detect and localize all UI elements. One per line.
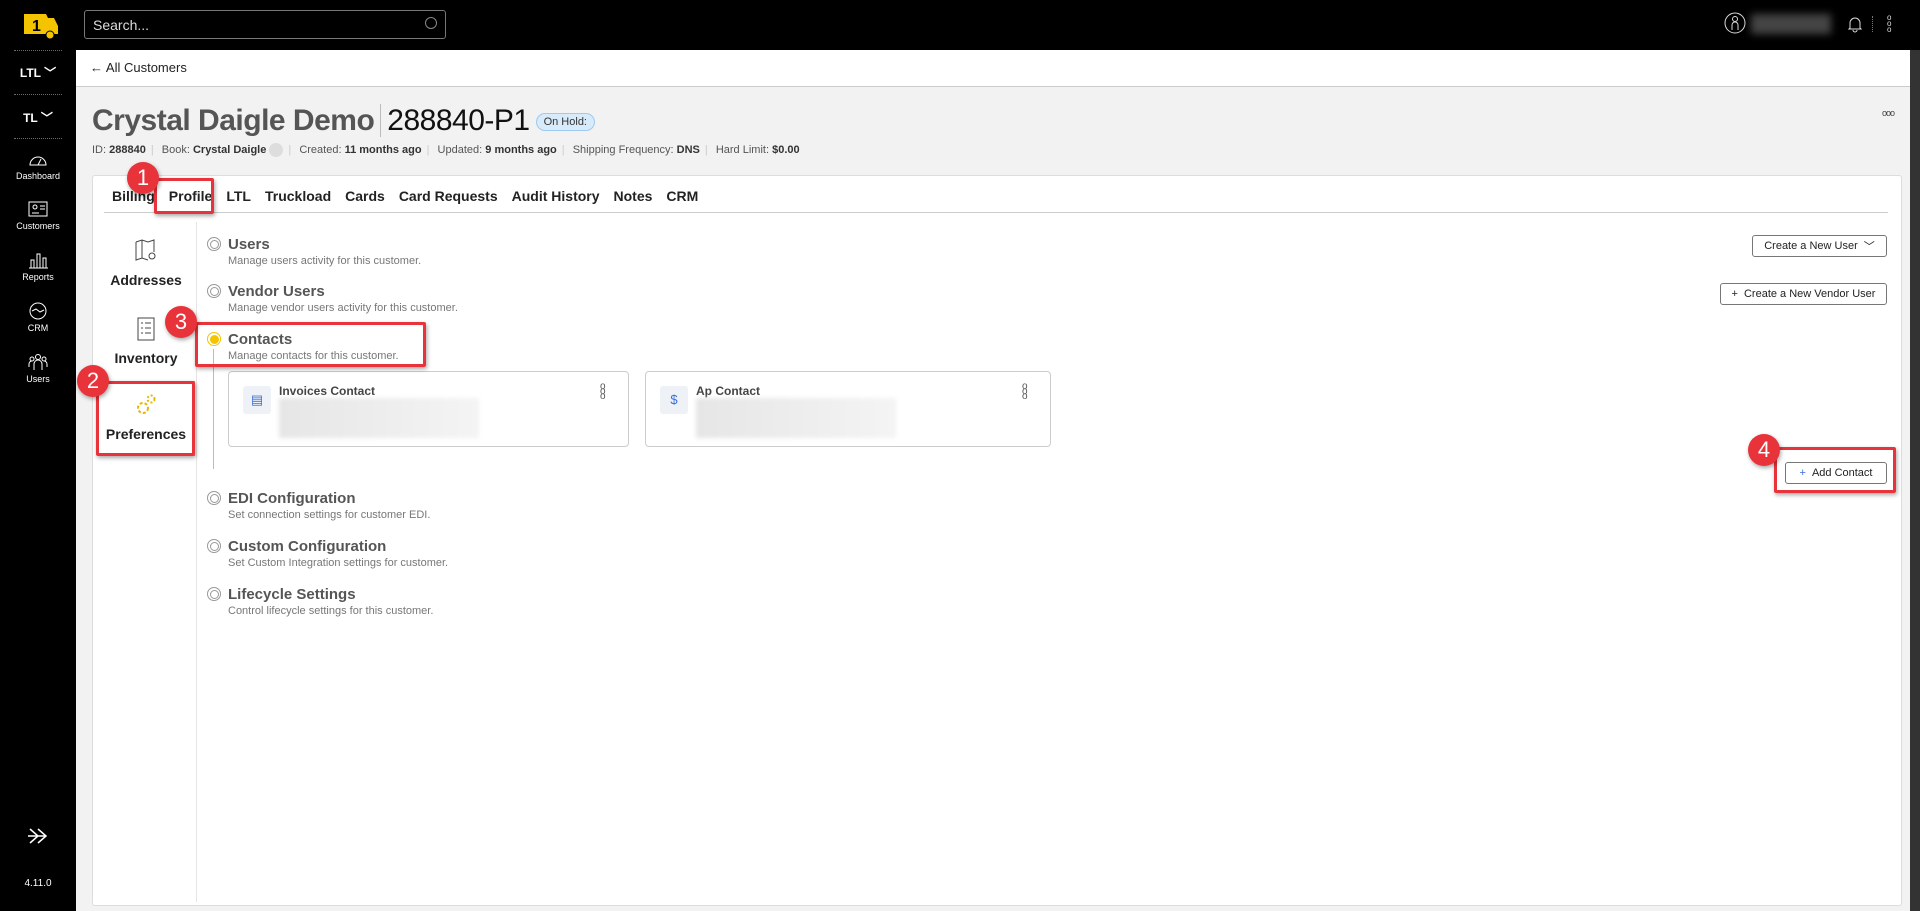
- users-icon: [28, 354, 48, 370]
- annotation-marker: 2: [77, 365, 109, 397]
- active-section-line: [213, 349, 214, 469]
- chevron-down-icon: ﹀: [1863, 241, 1875, 253]
- tab-cards[interactable]: Cards: [345, 188, 385, 204]
- divider: [14, 138, 62, 139]
- map-pin-icon: [135, 239, 156, 261]
- logo-icon[interactable]: 1: [20, 10, 60, 40]
- tab-crm[interactable]: CRM: [666, 188, 698, 204]
- annotation-marker: 3: [165, 306, 197, 338]
- radio-icon: [207, 491, 221, 505]
- list-icon: [137, 317, 155, 341]
- page-title: Crystal Daigle Demo 288840-P1 On Hold:: [92, 104, 595, 138]
- tab-card-requests[interactable]: Card Requests: [399, 188, 498, 204]
- section-edi-configuration[interactable]: EDI Configuration Set connection settings…: [207, 490, 430, 521]
- tl-dropdown[interactable]: TL ﹀: [0, 109, 76, 126]
- svg-text:1: 1: [32, 18, 41, 35]
- divider: [104, 212, 1888, 213]
- tab-notes[interactable]: Notes: [614, 188, 653, 204]
- sidebar-item-reports[interactable]: Reports: [0, 251, 76, 282]
- search-icon: [425, 17, 437, 29]
- divider: [14, 50, 62, 51]
- tab-audit-history[interactable]: Audit History: [512, 188, 600, 204]
- divider: [1872, 16, 1873, 32]
- search-placeholder: Search...: [93, 17, 150, 33]
- sidebar-item-users[interactable]: Users: [0, 353, 76, 384]
- contact-details-blurred: [279, 398, 479, 438]
- sidebar: [0, 0, 76, 911]
- radio-icon: [207, 284, 221, 298]
- back-link[interactable]: All Customers: [106, 60, 187, 75]
- annotation-marker: 4: [1748, 434, 1780, 466]
- hierarchy-icon[interactable]: [269, 143, 284, 157]
- tab-ltl[interactable]: LTL: [226, 188, 251, 204]
- customer-meta: ID: 288840 | Book: Crystal Daigle | Creat…: [92, 143, 800, 157]
- customer-number: 288840-P1: [380, 104, 530, 137]
- ltl-dropdown[interactable]: LTL ﹀: [0, 64, 76, 81]
- create-vendor-user-button[interactable]: + Create a New Vendor User: [1720, 283, 1887, 305]
- dollar-icon: $: [660, 386, 688, 414]
- user-circle-icon[interactable]: [1724, 12, 1746, 34]
- bar-chart-icon: [29, 253, 48, 269]
- divider: [14, 94, 62, 95]
- breadcrumb[interactable]: ← All Customers: [76, 50, 1910, 87]
- radio-icon: [207, 237, 221, 251]
- more-options-icon[interactable]: ooo: [1882, 108, 1895, 118]
- sidebar-item-crm[interactable]: CRM: [0, 302, 76, 333]
- contact-card[interactable]: $ Ap Contact o o o: [645, 371, 1051, 447]
- annotation-box: [96, 381, 195, 456]
- kebab-icon[interactable]: ooo: [600, 382, 606, 402]
- subnav-addresses[interactable]: Addresses: [98, 238, 194, 288]
- version-label: 4.11.0: [24, 878, 52, 889]
- section-users[interactable]: Users Manage users activity for this cust…: [207, 236, 421, 267]
- id-card-icon: [28, 201, 48, 217]
- scrollbar[interactable]: [1910, 50, 1920, 911]
- annotation-box: [154, 178, 214, 214]
- section-lifecycle-settings[interactable]: Lifecycle Settings Control lifecycle sett…: [207, 586, 433, 617]
- status-badge: On Hold:: [535, 113, 595, 132]
- expand-sidebar-icon[interactable]: [26, 826, 50, 846]
- annotation-marker: 1: [127, 162, 159, 194]
- plus-icon: +: [1731, 288, 1738, 300]
- section-vendor-users[interactable]: Vendor Users Manage vendor users activity…: [207, 283, 458, 314]
- user-name-blurred[interactable]: [1751, 14, 1831, 34]
- radio-icon: [207, 539, 221, 553]
- invoice-icon: ▤: [243, 386, 271, 414]
- create-new-user-button[interactable]: Create a New User ﹀: [1752, 235, 1887, 257]
- gauge-icon: [29, 156, 47, 166]
- sidebar-item-dashboard[interactable]: Dashboard: [0, 150, 76, 181]
- section-custom-configuration[interactable]: Custom Configuration Set Custom Integrati…: [207, 538, 448, 569]
- tab-truckload[interactable]: Truckload: [265, 188, 331, 204]
- kebab-icon[interactable]: ooo: [1887, 14, 1891, 34]
- radio-icon: [207, 587, 221, 601]
- contact-details-blurred: [696, 398, 896, 438]
- contact-card[interactable]: ▤ Invoices Contact o o o: [228, 371, 629, 447]
- search-input[interactable]: Search...: [84, 10, 446, 39]
- handshake-icon: [29, 302, 47, 320]
- kebab-icon[interactable]: ooo: [1022, 382, 1028, 402]
- bell-icon[interactable]: [1847, 15, 1863, 33]
- annotation-box: [195, 322, 426, 367]
- annotation-box: [1774, 447, 1896, 493]
- sidebar-item-customers[interactable]: Customers: [0, 200, 76, 231]
